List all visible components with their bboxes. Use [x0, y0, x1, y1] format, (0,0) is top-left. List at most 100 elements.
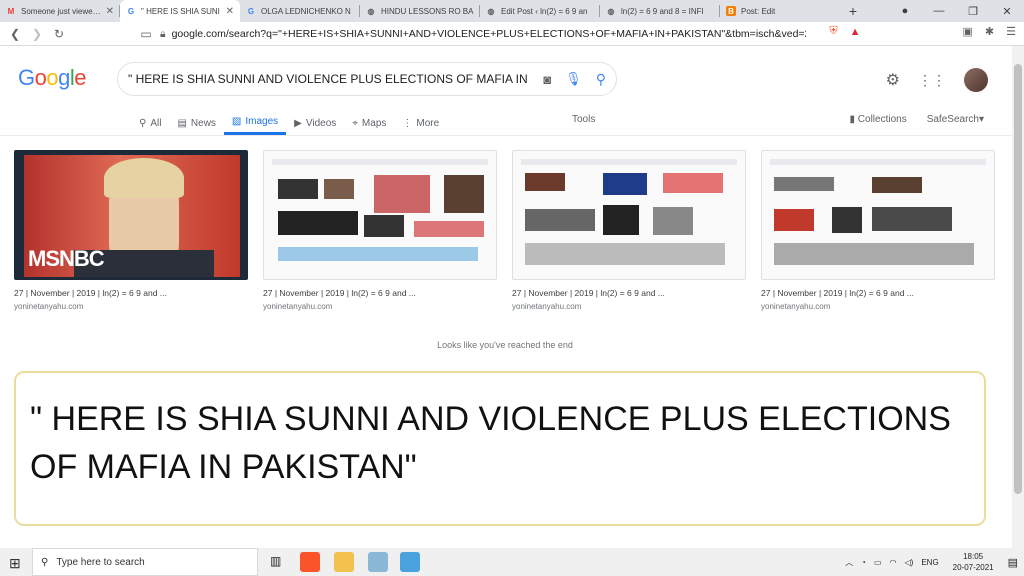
language-indicator[interactable]: ENG [921, 558, 938, 567]
address-bar[interactable]: 🔒︎ google.com/search?q="+HERE+IS+SHIA+SU… [160, 25, 806, 43]
taskbar-search-placeholder: Type here to search [56, 556, 145, 568]
task-view-icon[interactable]: ▥ [270, 554, 281, 568]
taskbar-search[interactable]: ⚲ Type here to search [32, 548, 258, 576]
app-icon[interactable] [400, 552, 420, 572]
menu-icon[interactable]: ☰ [1006, 25, 1016, 38]
notification-icon[interactable]: ▤ [1008, 556, 1018, 569]
chevron-up-icon[interactable]: ︿ [845, 557, 853, 568]
result-caption[interactable]: 27 | November | 2019 | ln(2) = 6 9 and .… [761, 288, 995, 298]
result-caption[interactable]: 27 | November | 2019 | ln(2) = 6 9 and .… [263, 288, 497, 298]
tab-title: Post: Edit [741, 6, 776, 16]
search-icon[interactable]: ⚲ [596, 71, 606, 88]
camera-icon[interactable]: ◙ [543, 72, 551, 87]
msnbc-logo: MSNBC [28, 246, 105, 271]
maximize-icon[interactable]: ❐ [956, 0, 990, 22]
globe-icon: ◍ [487, 6, 495, 16]
tab-6[interactable]: B Post: Edit [720, 0, 840, 22]
tab-4[interactable]: ◍ Edit Post ‹ ln(2) = 6 9 an [480, 0, 600, 22]
tab-images[interactable]: ▨ Images [223, 111, 287, 135]
apps-grid-icon[interactable]: ⋮⋮ [918, 72, 946, 89]
result-thumbnail[interactable]: MSNBC [14, 150, 248, 280]
tab-maps[interactable]: ⌖ Maps [344, 111, 394, 135]
brave-shield-icon[interactable]: ⛨ [829, 25, 837, 38]
tab-5[interactable]: ◍ ln(2) = 6 9 and 8 = INFI [600, 0, 720, 22]
paint-icon[interactable] [368, 552, 388, 572]
result-thumbnail[interactable] [263, 150, 497, 280]
clock-time: 18:05 [963, 552, 984, 561]
tab-title: Edit Post ‹ ln(2) = 6 9 an [501, 6, 588, 16]
reload-icon[interactable]: ↻ [48, 27, 70, 41]
image-result[interactable]: MSNBC 27 | November | 2019 | ln(2) = 6 9… [14, 150, 248, 311]
clock[interactable]: 18:05 20-07-2021 [953, 551, 994, 573]
minimize-icon[interactable]: — [922, 0, 956, 22]
result-thumbnail[interactable] [512, 150, 746, 280]
image-icon: ▨ [231, 116, 242, 127]
back-icon[interactable]: ❮ [4, 27, 26, 41]
result-site: yoninetanyahu.com [14, 302, 84, 311]
bookmark-icon: ▮ [849, 114, 855, 125]
image-result[interactable]: 27 | November | 2019 | ln(2) = 6 9 and .… [263, 150, 497, 311]
tab-title: ln(2) = 6 9 and 8 = INFI [621, 6, 704, 16]
safesearch-label: SafeSearch [926, 114, 979, 125]
globe-icon: ◍ [367, 6, 375, 16]
search-icon: ⚲ [41, 556, 49, 568]
close-icon[interactable]: ✕ [106, 6, 114, 17]
profile-icon[interactable]: ▣ [963, 25, 973, 38]
microphone-icon[interactable]: 🎙︎ [565, 71, 582, 87]
tab-label: All [150, 117, 162, 129]
image-result[interactable]: 27 | November | 2019 | ln(2) = 6 9 and .… [761, 150, 995, 311]
file-explorer-icon[interactable] [334, 552, 354, 572]
tab-strip: M Someone just viewed: F ✕ G " HERE IS S… [0, 0, 1024, 22]
settings-gear-icon[interactable]: ⚙ [886, 70, 900, 90]
tab-news[interactable]: ▤ News [169, 111, 223, 135]
result-caption[interactable]: 27 | November | 2019 | ln(2) = 6 9 and .… [14, 288, 248, 298]
battery-icon[interactable]: ▭ [874, 558, 882, 567]
collections-label: Collections [857, 114, 907, 125]
result-site: yoninetanyahu.com [512, 302, 582, 311]
globe-icon: ◍ [607, 6, 615, 16]
wifi-icon[interactable]: ◠ [890, 558, 897, 567]
search-box[interactable]: " HERE IS SHIA SUNNI AND VIOLENCE PLUS E… [117, 62, 617, 96]
network-icon[interactable]: ◔ [861, 558, 866, 567]
avatar[interactable] [964, 68, 988, 92]
tab-videos[interactable]: ▶ Videos [286, 111, 344, 135]
google-logo[interactable]: Google [18, 65, 87, 91]
tab-2[interactable]: G OLGA LEDNICHENKO N [240, 0, 360, 22]
header-actions: ⚙ ⋮⋮ [886, 68, 988, 92]
result-caption[interactable]: 27 | November | 2019 | ln(2) = 6 9 and .… [512, 288, 746, 298]
system-tray: ︿ ◔ ▭ ◠ ◁) ENG 18:05 20-07-2021 ▤ [845, 548, 1018, 576]
profile-menu-icon[interactable]: ● [888, 0, 922, 22]
play-icon: ▶ [294, 117, 302, 129]
volume-icon[interactable]: ◁) [905, 558, 914, 567]
toolbar-extensions: ⛨ ▲ ▣ ✱ ☰ [829, 25, 1016, 38]
image-result[interactable]: 27 | November | 2019 | ln(2) = 6 9 and .… [512, 150, 746, 311]
close-icon[interactable]: ✕ [226, 6, 234, 17]
scrollbar[interactable] [1012, 46, 1024, 548]
right-nav: ▮ Collections SafeSearch▾ [849, 114, 984, 125]
forward-icon[interactable]: ❯ [26, 27, 48, 41]
tab-label: News [190, 117, 216, 129]
tab-more[interactable]: ⋮ More [394, 111, 447, 135]
result-site: yoninetanyahu.com [263, 302, 333, 311]
brave-rewards-icon[interactable]: ▲ [850, 26, 861, 38]
new-tab-button[interactable]: + [840, 0, 866, 22]
search-input[interactable]: " HERE IS SHIA SUNNI AND VIOLENCE PLUS E… [128, 72, 543, 86]
tab-1[interactable]: G " HERE IS SHIA SUNI ✕ [120, 0, 240, 22]
extensions-icon[interactable]: ✱ [985, 25, 994, 38]
brave-browser-icon[interactable] [300, 552, 320, 572]
tab-all[interactable]: ⚲ All [131, 111, 169, 135]
tab-0[interactable]: M Someone just viewed: F ✕ [0, 0, 120, 22]
windows-start-icon[interactable]: ⊞ [9, 555, 21, 572]
search-nav-tabs: ⚲ All ▤ News ▨ Images ▶ Videos ⌖ Maps ⋮ More [131, 111, 447, 135]
bookmark-icon[interactable]: ▭ [135, 27, 157, 41]
collections-button[interactable]: ▮ Collections [849, 114, 906, 125]
scrollbar-thumb[interactable] [1014, 64, 1022, 494]
clock-date: 20-07-2021 [952, 563, 994, 572]
tab-label: Maps [361, 117, 387, 129]
tools-button[interactable]: Tools [572, 114, 595, 125]
divider [0, 135, 1012, 136]
close-window-icon[interactable]: ✕ [990, 0, 1024, 22]
safesearch-button[interactable]: SafeSearch▾ [927, 114, 984, 125]
tab-3[interactable]: ◍ HINDU LESSONS RO BA [360, 0, 480, 22]
result-thumbnail[interactable] [761, 150, 995, 280]
